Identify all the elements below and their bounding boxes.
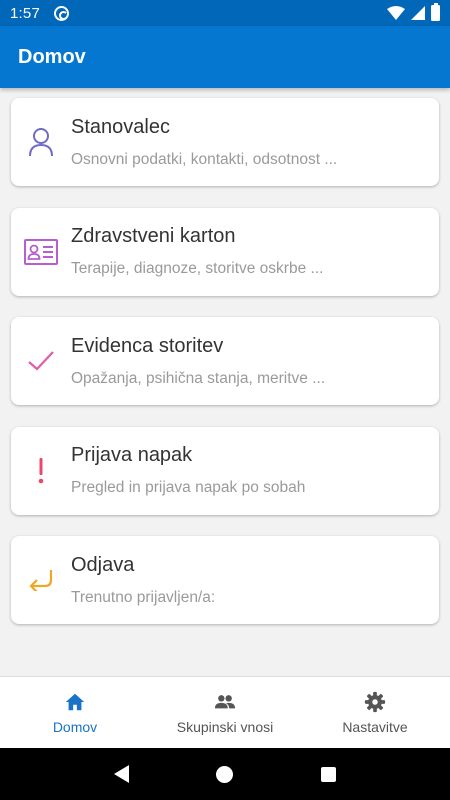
battery-icon [431, 3, 440, 21]
home-circle-icon [216, 765, 234, 783]
card-title: Prijava napak [71, 444, 193, 466]
card-stanovalec[interactable]: Stanovalec Osnovni podatki, kontakti, od… [11, 98, 439, 186]
status-time: 1:57 [10, 4, 40, 22]
card-subtitle: Osnovni podatki, kontakti, odsotnost ... [71, 150, 338, 168]
nav-label: Domov [52, 718, 98, 735]
card-title: Stanovalec [71, 115, 170, 138]
person-icon [11, 98, 71, 186]
exclamation-icon [11, 427, 71, 515]
settings-icon [364, 691, 386, 712]
card-subtitle: Trenutno prijavljen/a: [71, 588, 216, 606]
home-button[interactable] [205, 754, 245, 794]
back-icon [114, 765, 130, 783]
home-icon [65, 693, 85, 710]
card-zdravstveni-karton[interactable]: Zdravstveni karton Terapije, diagnoze, s… [11, 207, 439, 296]
nav-item-nastavitve[interactable]: Nastavitve [300, 677, 450, 748]
status-bar: 1:57 [0, 0, 450, 26]
card-text: Odjava Trenutno prijavljen/a: [71, 554, 215, 607]
card-evidenca-storitev[interactable]: Evidenca storitev Opažanja, psihična sta… [11, 317, 439, 405]
page-title: Domov [18, 45, 86, 68]
signal-icon [411, 6, 425, 20]
checkmark-icon [11, 317, 71, 405]
wifi-icon [387, 6, 405, 20]
nav-label: Skupinski vnosi [176, 718, 274, 735]
app-bar: Domov [0, 26, 450, 88]
card-title: Odjava [71, 553, 135, 576]
card-text: Prijava napak Pregled in prijava napak p… [71, 444, 305, 497]
card-subtitle: Terapije, diagnoze, storitve oskrbe ... [71, 260, 324, 277]
back-button[interactable] [102, 754, 142, 794]
menu-card-list: Stanovalec Osnovni podatki, kontakti, od… [11, 98, 439, 646]
group-icon [214, 694, 236, 708]
bottom-navigation: Domov Skupinski vnosi Nastavitve [0, 676, 450, 748]
system-navigation-bar [0, 748, 450, 800]
nav-label: Nastavitve [342, 718, 408, 735]
card-text: Stanovalec Osnovni podatki, kontakti, od… [71, 116, 337, 169]
card-text: Evidenca storitev Opažanja, psihična sta… [71, 335, 325, 388]
id-card-icon [11, 208, 71, 296]
nav-item-domov[interactable]: Domov [0, 677, 150, 748]
card-subtitle: Pregled in prijava napak po sobah [71, 479, 306, 496]
card-title: Zdravstveni karton [71, 225, 236, 247]
app-notification-icon [54, 5, 69, 21]
recents-button[interactable] [308, 754, 348, 794]
recents-icon [320, 766, 336, 782]
card-prijava-napak[interactable]: Prijava napak Pregled in prijava napak p… [11, 426, 439, 515]
card-title: Evidenca storitev [71, 334, 224, 357]
card-text: Zdravstveni karton Terapije, diagnoze, s… [71, 225, 323, 278]
nav-item-skupinski-vnosi[interactable]: Skupinski vnosi [150, 677, 300, 748]
status-icons [387, 3, 440, 21]
card-odjava[interactable]: Odjava Trenutno prijavljen/a: [11, 536, 439, 624]
card-subtitle: Opažanja, psihična stanja, meritve ... [71, 369, 326, 387]
return-arrow-icon [11, 536, 71, 624]
